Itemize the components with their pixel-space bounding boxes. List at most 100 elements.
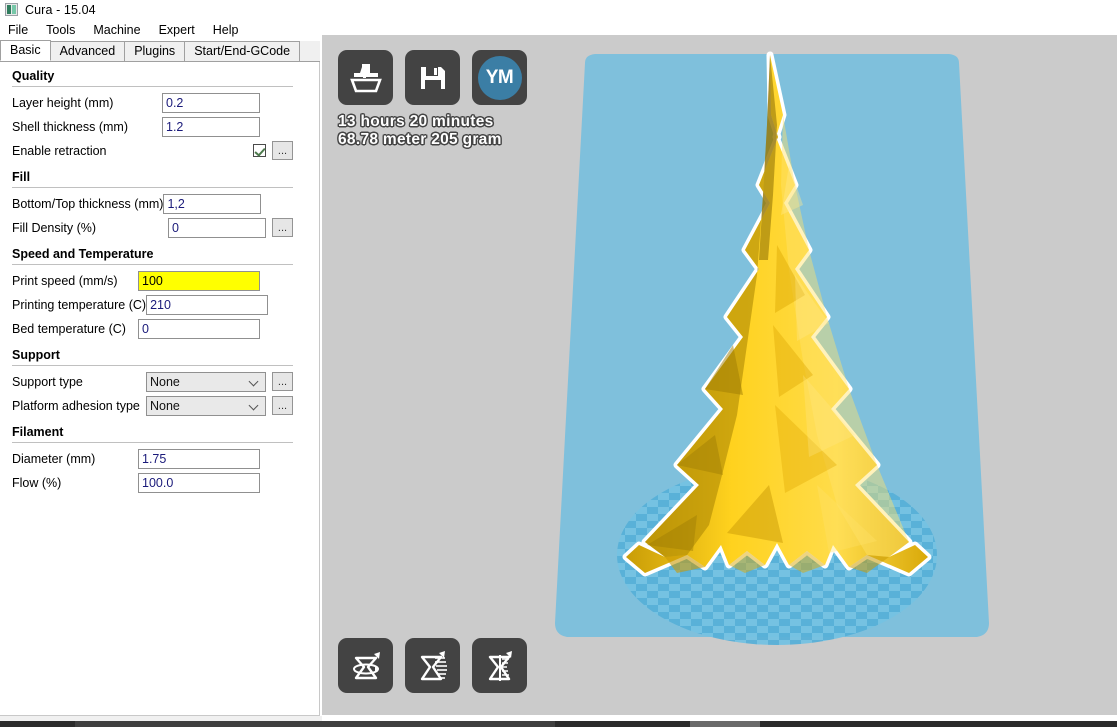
setting-label: Bed temperature (C): [12, 321, 126, 336]
youmagine-button[interactable]: YM: [472, 50, 527, 105]
cura-application-window: Cura - 15.04 File Tools Machine Expert H…: [0, 0, 1117, 727]
settings-row: Enable retraction...: [0, 139, 319, 162]
load-model-icon: [349, 63, 382, 92]
setting-label: Fill Density (%): [12, 220, 97, 235]
print-time-text: 13 hours 20 minutes: [338, 113, 494, 130]
viewport-bottom-toolbar: [338, 638, 527, 693]
setting-control-wrap: ...: [253, 141, 293, 160]
load-model-button[interactable]: [338, 50, 393, 105]
floppy-disk-icon: [420, 66, 445, 89]
group-divider: [12, 365, 293, 366]
3d-viewport[interactable]: YM 13 hours 20 minutes 68.78 meter 205 g…: [322, 35, 1117, 715]
menu-item-machine[interactable]: Machine: [93, 21, 149, 39]
settings-row: Bottom/Top thickness (mm) 1,2: [0, 192, 319, 215]
dropdown-value: None: [150, 374, 180, 389]
group-divider: [12, 442, 293, 443]
dropdown-value: None: [150, 398, 180, 413]
menu-item-file[interactable]: File: [8, 21, 37, 39]
setting-label: Platform adhesion type: [12, 398, 140, 413]
setting-control-wrap: 210: [146, 294, 301, 315]
menu-item-help[interactable]: Help: [213, 21, 248, 39]
taskbar: [0, 721, 1117, 727]
print-stats: 13 hours 20 minutes 68.78 meter 205 gram: [338, 113, 502, 149]
setting-options-button[interactable]: ...: [272, 372, 293, 391]
setting-label: Enable retraction: [12, 143, 107, 158]
settings-row: Shell thickness (mm) 1.2: [0, 115, 319, 138]
setting-text-input[interactable]: 100: [138, 270, 260, 291]
chevron-down-icon: [250, 377, 259, 386]
setting-label: Print speed (mm/s): [12, 273, 118, 288]
group-divider: [12, 187, 293, 188]
settings-row: Flow (%) 100.0: [0, 471, 319, 494]
setting-text-input[interactable]: 1,2: [163, 193, 262, 214]
group-divider: [12, 86, 293, 87]
material-usage-text: 68.78 meter 205 gram: [338, 131, 502, 148]
setting-control-wrap: 0: [138, 318, 293, 339]
settings-tab-strip: Basic Advanced Plugins Start/End-GCode: [0, 40, 320, 62]
setting-control-wrap: 0.2: [162, 92, 293, 113]
title-bar: Cura - 15.04: [0, 0, 1117, 19]
viewport-top-toolbar: YM: [338, 50, 527, 105]
settings-row: Fill Density (%) 0...: [0, 216, 319, 239]
setting-text-input[interactable]: 0: [138, 318, 260, 339]
setting-text-input[interactable]: 0.2: [162, 92, 260, 113]
tab-advanced[interactable]: Advanced: [49, 41, 126, 61]
setting-control-wrap: 1.2: [162, 116, 293, 137]
rotate-tool-button[interactable]: [338, 638, 393, 693]
chevron-down-icon: [250, 401, 259, 410]
save-toolpath-button[interactable]: [405, 50, 460, 105]
setting-label: Shell thickness (mm): [12, 119, 128, 134]
setting-label: Layer height (mm): [12, 95, 114, 110]
setting-label: Diameter (mm): [12, 451, 96, 466]
tab-plugins[interactable]: Plugins: [124, 41, 186, 61]
scale-tool-button[interactable]: [405, 638, 460, 693]
setting-dropdown[interactable]: None: [146, 395, 266, 416]
setting-control-wrap: 100.0: [138, 472, 293, 493]
settings-group-title: Quality: [12, 69, 55, 83]
setting-text-input[interactable]: 1.75: [138, 448, 260, 469]
mirror-tool-button[interactable]: [472, 638, 527, 693]
setting-dropdown[interactable]: None: [146, 371, 266, 392]
setting-options-button[interactable]: ...: [272, 141, 293, 160]
build-volume-graphic: [555, 51, 989, 645]
setting-control-wrap: None...: [146, 395, 293, 416]
setting-control-wrap: 1,2: [163, 193, 294, 214]
setting-label: Bottom/Top thickness (mm): [12, 196, 164, 211]
settings-row: Diameter (mm) 1.75: [0, 447, 319, 470]
settings-panel: Quality Layer height (mm) 0.2 Shell thickne…: [0, 62, 320, 716]
window-title: Cura - 15.04: [25, 2, 96, 17]
cura-icon: [5, 3, 18, 16]
settings-row: Support type None...: [0, 370, 319, 393]
settings-row: Platform adhesion type None...: [0, 394, 319, 417]
setting-options-button[interactable]: ...: [272, 396, 293, 415]
menu-item-expert[interactable]: Expert: [159, 21, 204, 39]
mirror-icon: [488, 650, 512, 681]
setting-options-button[interactable]: ...: [272, 218, 293, 237]
tab-basic[interactable]: Basic: [0, 40, 51, 61]
setting-control-wrap: None...: [146, 371, 293, 392]
settings-group-title: Support: [12, 348, 60, 362]
setting-control-wrap: 1.75: [138, 448, 293, 469]
settings-row: Bed temperature (C) 0: [0, 317, 319, 340]
taskbar-segment: [75, 721, 555, 727]
settings-group-title: Filament: [12, 425, 64, 439]
settings-group-title: Fill: [12, 170, 31, 184]
setting-label: Flow (%): [12, 475, 62, 490]
scale-icon: [420, 650, 447, 680]
youmagine-icon: YM: [477, 55, 522, 100]
setting-checkbox[interactable]: [253, 144, 266, 157]
settings-row: Printing temperature (C) 210: [0, 293, 319, 316]
setting-label: Printing temperature (C): [12, 297, 147, 312]
tab-start-end-gcode[interactable]: Start/End-GCode: [184, 41, 301, 61]
setting-control-wrap: 100: [138, 270, 293, 291]
setting-text-input[interactable]: 0: [168, 217, 266, 238]
taskbar-segment-active: [690, 721, 760, 727]
settings-row: Print speed (mm/s) 100: [0, 269, 319, 292]
menu-item-tools[interactable]: Tools: [46, 21, 84, 39]
rotate-icon: [352, 651, 380, 679]
settings-group-title: Speed and Temperature: [12, 247, 154, 261]
setting-text-input[interactable]: 100.0: [138, 472, 260, 493]
settings-row: Layer height (mm) 0.2: [0, 91, 319, 114]
setting-text-input[interactable]: 1.2: [162, 116, 260, 137]
setting-text-input[interactable]: 210: [146, 294, 269, 315]
